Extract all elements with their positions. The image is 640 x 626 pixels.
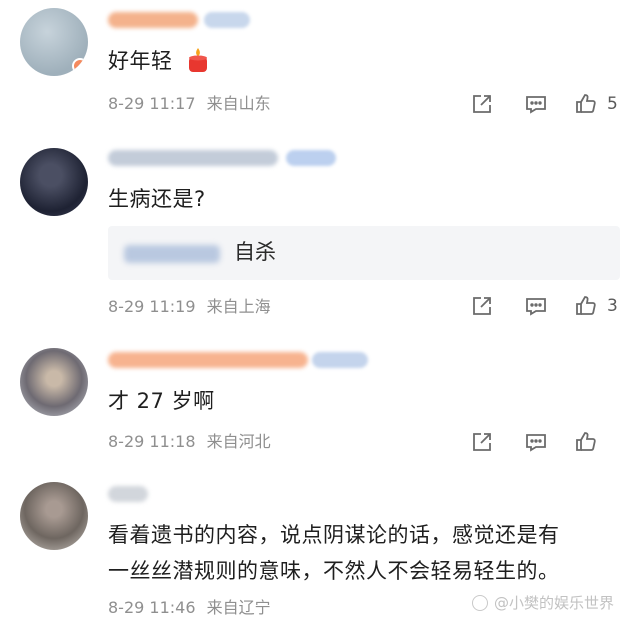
share-icon[interactable] [470,430,494,454]
vip-badge-icon [204,12,250,28]
comment-actions: 3 [468,294,628,322]
reply-username[interactable] [124,245,220,263]
reply-icon[interactable] [524,430,548,454]
comment-text: 好年轻 [108,46,210,76]
like-count: 3 [607,296,618,316]
comment-time: 8-29 11:17 [108,94,196,113]
comment-location: 来自上海 [206,297,271,316]
reply-icon[interactable] [524,92,548,116]
avatar[interactable] [20,8,88,76]
candle-emoji-icon [186,47,210,73]
comment-location: 来自山东 [206,94,271,113]
comment-time: 8-29 11:46 [108,598,196,617]
vip-badge-icon [312,352,368,368]
username[interactable] [108,352,308,368]
reply-preview-text: 自杀 [234,240,276,264]
watermark: @小樊的娱乐世界 [472,592,614,613]
comment-time: 8-29 11:19 [108,297,196,316]
comment-meta: 8-29 11:19 来自上海 [108,296,271,318]
comment-time: 8-29 11:18 [108,432,196,451]
reply-preview[interactable]: 自杀 [108,226,620,280]
comment-text: 看着遗书的内容，说点阴谋论的话，感觉还是有 一丝丝潜规则的意味，不然人不会轻易轻… [108,520,560,586]
username[interactable] [108,486,148,502]
reply-icon[interactable] [524,294,548,318]
username[interactable] [108,150,278,166]
comment-meta: 8-29 11:46 来自辽宁 [108,597,271,619]
share-icon[interactable] [470,92,494,116]
like-icon[interactable] [574,92,598,116]
avatar[interactable] [20,482,88,550]
avatar[interactable] [20,348,88,416]
watermark-logo-icon [472,595,488,611]
avatar[interactable] [20,148,88,216]
like-count: 5 [607,94,618,114]
username[interactable] [108,12,198,28]
vip-badge-icon [286,150,336,166]
comment-text: 生病还是? [108,187,206,211]
comment-location: 来自河北 [206,432,271,451]
share-icon[interactable] [470,294,494,318]
like-icon[interactable] [574,430,598,454]
comment-meta: 8-29 11:17 来自山东 [108,93,271,115]
comment-text-line: 一丝丝潜规则的意味，不然人不会轻易轻生的。 [108,559,560,583]
comment-meta: 8-29 11:18 来自河北 [108,431,271,453]
comment-location: 来自辽宁 [206,598,271,617]
comment-text: 才 27 岁啊 [108,389,215,413]
comment-actions: 5 [468,92,628,120]
comment-text-line: 看着遗书的内容，说点阴谋论的话，感觉还是有 [108,523,560,547]
like-icon[interactable] [574,294,598,318]
user-badge-icon [72,58,88,74]
comment-actions [468,430,628,458]
